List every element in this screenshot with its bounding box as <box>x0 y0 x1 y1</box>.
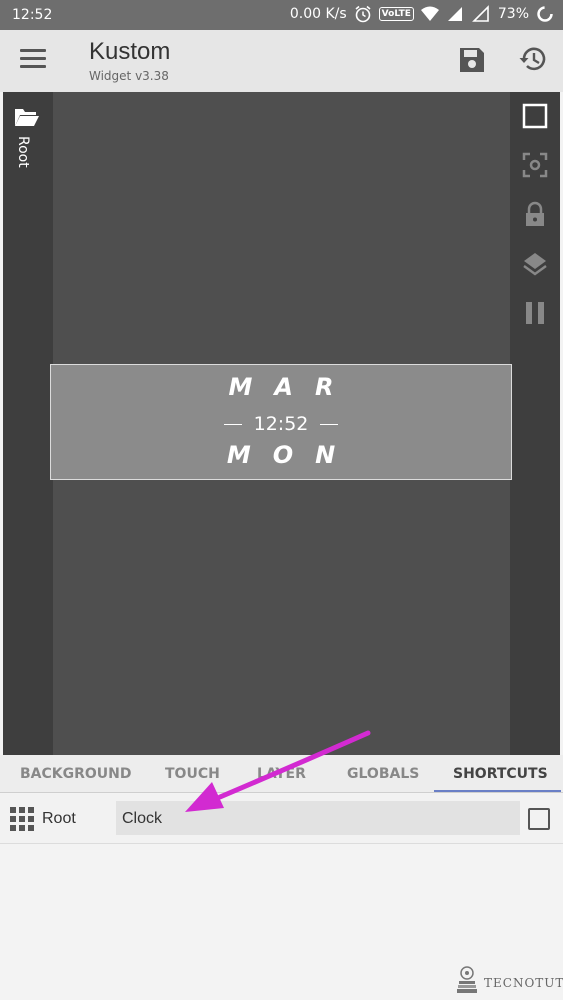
breadcrumb-root[interactable]: Root <box>42 810 76 828</box>
grid-icon[interactable] <box>10 807 34 831</box>
app-title: Kustom <box>89 38 171 65</box>
menu-icon[interactable] <box>20 49 46 71</box>
layers-icon[interactable] <box>521 250 549 278</box>
watermark-text: TECNOTUTO <box>484 976 563 990</box>
network-speed: 0.00 K/s <box>289 6 347 22</box>
item-name-field[interactable]: Clock <box>116 801 520 835</box>
save-icon[interactable] <box>458 46 486 74</box>
signal-icon <box>447 7 462 21</box>
square-outline-icon[interactable] <box>521 102 549 130</box>
tab-layer[interactable]: LAYER <box>257 766 306 782</box>
widget-day: MON <box>226 441 358 469</box>
root-label-vertical[interactable]: Root <box>15 136 31 168</box>
divider-right <box>320 424 339 425</box>
left-toolbar: Root <box>3 92 53 755</box>
tab-indicator <box>434 790 561 792</box>
tab-globals[interactable]: GLOBALS <box>347 766 419 782</box>
pause-icon[interactable] <box>521 299 549 327</box>
select-checkbox[interactable] <box>528 808 550 830</box>
breadcrumb: Root Clock <box>0 794 563 844</box>
right-toolbar <box>510 92 560 755</box>
status-bar: 12:52 0.00 K/s VoLTE 73% <box>0 0 563 30</box>
status-icons: 0.00 K/s VoLTE 73% <box>290 5 555 23</box>
clock-widget[interactable]: MAR 12:52 MON <box>50 364 512 480</box>
app-bar: Kustom Widget v3.38 <box>0 30 563 92</box>
lock-icon[interactable] <box>521 200 549 228</box>
widget-month: MAR <box>228 373 356 401</box>
tab-touch[interactable]: TOUCH <box>165 766 220 782</box>
battery-ring-icon <box>537 6 553 22</box>
center-focus-icon[interactable] <box>521 151 549 179</box>
tab-background[interactable]: BACKGROUND <box>20 766 132 782</box>
battery-percent: 73% <box>497 6 529 22</box>
history-icon[interactable] <box>518 44 548 74</box>
signal-empty-icon <box>471 5 489 22</box>
widget-time-row: 12:52 <box>51 413 511 435</box>
tecnotuto-logo-icon <box>457 966 477 993</box>
alarm-icon <box>355 5 371 23</box>
folder-icon[interactable] <box>14 106 40 128</box>
wifi-icon <box>420 6 439 21</box>
editor-area: Root MAR 12:52 MON <box>3 92 560 755</box>
tab-shortcuts[interactable]: SHORTCUTS <box>453 766 548 782</box>
status-time: 12:52 <box>12 7 53 23</box>
volte-badge: VoLTE <box>378 7 414 21</box>
watermark: TECNOTUTO <box>450 964 563 998</box>
divider-left <box>223 424 242 425</box>
tab-bar: BACKGROUND TOUCH LAYER GLOBALS SHORTCUTS <box>0 755 563 793</box>
widget-time: 12:52 <box>253 413 309 435</box>
item-name-value: Clock <box>122 810 163 827</box>
app-version: Widget v3.38 <box>89 69 169 83</box>
